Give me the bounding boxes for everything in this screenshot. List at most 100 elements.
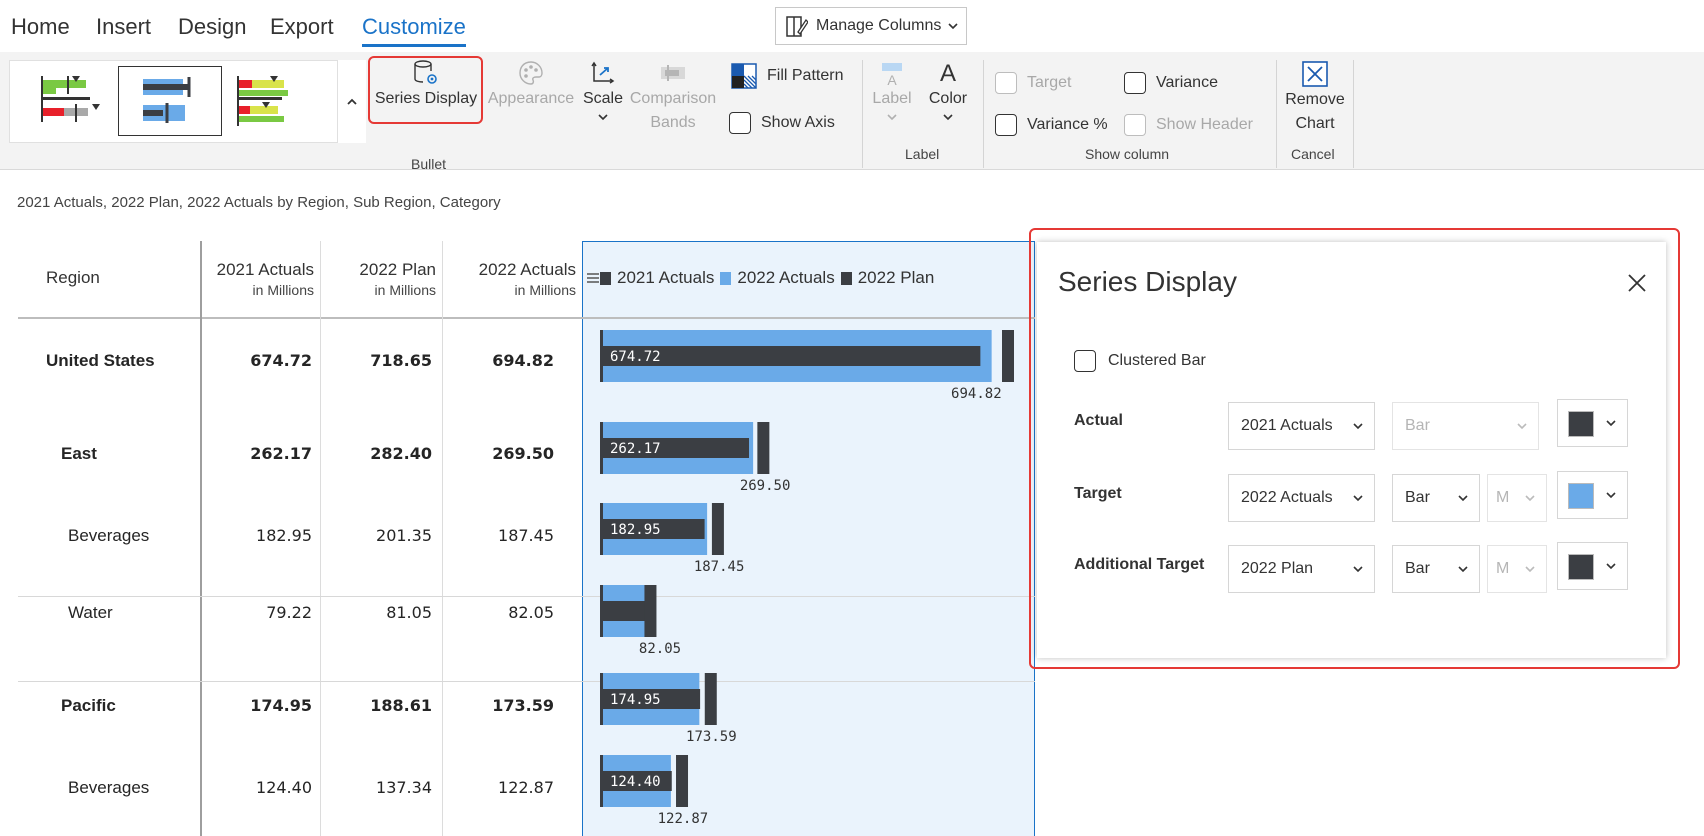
actual-type-dropdown[interactable]: Bar xyxy=(1392,402,1539,450)
variance-checkbox[interactable]: Variance xyxy=(1124,72,1218,94)
tab-design[interactable]: Design xyxy=(178,14,246,40)
ribbon-separator xyxy=(983,60,984,168)
cell-2022-plan: 188.61 xyxy=(370,696,432,715)
chevron-down-icon xyxy=(598,114,608,121)
variance-pct-label: Variance % xyxy=(1027,116,1108,133)
scale-button[interactable]: Scale xyxy=(580,59,626,123)
chart-style-thumb-1[interactable] xyxy=(18,66,122,136)
tab-export[interactable]: Export xyxy=(270,14,334,40)
row-label: Pacific xyxy=(61,696,116,715)
clustered-bar-box[interactable] xyxy=(1074,350,1096,372)
target-box[interactable] xyxy=(995,72,1017,94)
marker-2022-plan xyxy=(676,755,689,807)
chevron-down-icon xyxy=(887,114,897,121)
cell-2022-plan: 81.05 xyxy=(386,603,432,622)
header-region[interactable]: Region xyxy=(46,268,100,288)
scale-label: Scale xyxy=(582,90,624,107)
label-icon: A xyxy=(882,63,902,87)
cell-2021-actuals: 124.40 xyxy=(256,778,312,797)
bar-actual-label: 124.40 xyxy=(610,774,661,790)
marker-2022-plan xyxy=(1002,330,1014,382)
additional-series-dropdown[interactable]: 2022 Plan xyxy=(1228,545,1375,593)
show-axis-checkbox[interactable]: Show Axis xyxy=(729,112,835,134)
target-checkbox[interactable]: Target xyxy=(995,72,1071,94)
target-series-dropdown[interactable]: 2022 Actuals xyxy=(1228,474,1375,522)
label-label: Label xyxy=(872,90,912,107)
header-2021-actuals[interactable]: 2021 Actuals in Millions xyxy=(208,259,314,299)
row-label: East xyxy=(61,444,97,463)
actual-color-swatch xyxy=(1568,411,1594,437)
show-header-box[interactable] xyxy=(1124,114,1146,136)
header-unit: in Millions xyxy=(374,282,436,298)
series-display-label: Series Display xyxy=(374,90,478,107)
show-axis-box[interactable] xyxy=(729,112,751,134)
clustered-bar-checkbox[interactable]: Clustered Bar xyxy=(1074,350,1206,372)
chevron-down-icon xyxy=(1458,566,1468,573)
additional-marker-dropdown[interactable]: M xyxy=(1487,545,1547,593)
cell-2022-plan: 718.65 xyxy=(370,351,432,370)
show-header-checkbox[interactable]: Show Header xyxy=(1124,114,1253,136)
variance-pct-box[interactable] xyxy=(995,114,1017,136)
fill-pattern-icon xyxy=(731,63,757,89)
target-type-dropdown[interactable]: Bar xyxy=(1392,474,1480,522)
manage-columns-button[interactable]: Manage Columns xyxy=(775,7,967,45)
label-button[interactable]: A Label xyxy=(868,59,916,123)
target-type-value: Bar xyxy=(1405,489,1430,506)
tab-home[interactable]: Home xyxy=(11,14,70,40)
close-icon[interactable] xyxy=(1626,272,1648,294)
header-2022-plan[interactable]: 2022 Plan in Millions xyxy=(328,259,436,299)
remove-chart-button[interactable]: Remove Chart xyxy=(1280,60,1350,136)
header-unit: in Millions xyxy=(514,282,576,298)
font-color-icon: A xyxy=(940,60,956,87)
variance-box[interactable] xyxy=(1124,72,1146,94)
svg-text:A: A xyxy=(940,60,956,87)
tab-insert[interactable]: Insert xyxy=(96,14,151,40)
header-2022-actuals-title: 2022 Actuals xyxy=(478,260,576,279)
header-2022-actuals[interactable]: 2022 Actuals in Millions xyxy=(448,259,576,299)
label-group-label: Label xyxy=(905,146,940,162)
chart-style-thumb-3[interactable] xyxy=(222,66,326,136)
appearance-button[interactable]: Appearance xyxy=(486,59,576,111)
actual-series-value: 2021 Actuals xyxy=(1241,417,1333,434)
comparison-bands-button[interactable]: Comparison Bands xyxy=(626,59,720,135)
palette-icon xyxy=(519,61,543,85)
bar-2021-actuals xyxy=(602,601,647,621)
bar-baseline xyxy=(600,755,603,807)
target-marker-value: M xyxy=(1496,489,1510,506)
series-display-button[interactable]: Series Display xyxy=(374,59,478,111)
column-separator xyxy=(200,241,202,836)
additional-type-dropdown[interactable]: Bar xyxy=(1392,545,1480,593)
scale-icon xyxy=(591,61,615,84)
bar-target-label: 82.05 xyxy=(639,641,681,657)
marker-2022-plan xyxy=(704,673,717,725)
bar-target-label: 173.59 xyxy=(686,729,737,745)
marker-2022-plan xyxy=(711,503,724,555)
remove-chart-line2: Chart xyxy=(1295,115,1335,132)
comparison-label-line1: Comparison xyxy=(629,90,717,107)
variance-checkbox-label: Variance xyxy=(1156,74,1218,91)
tab-customize[interactable]: Customize xyxy=(362,14,466,47)
header-2021-actuals-title: 2021 Actuals xyxy=(216,260,314,279)
actual-color-picker[interactable] xyxy=(1557,399,1628,447)
target-label: Target xyxy=(1074,485,1122,502)
chevron-down-icon xyxy=(1353,423,1363,430)
bar-actual-label: 262.17 xyxy=(610,441,661,457)
gallery-collapse-button[interactable] xyxy=(337,60,366,143)
chart-style-gallery xyxy=(9,60,366,143)
variance-pct-checkbox[interactable]: Variance % xyxy=(995,114,1108,136)
fill-pattern-button[interactable]: Fill Pattern xyxy=(731,63,843,89)
bar-actual-label: 174.95 xyxy=(610,692,661,708)
bar-baseline xyxy=(600,422,603,474)
bar-target-label: 187.45 xyxy=(694,559,745,575)
header-unit: in Millions xyxy=(252,282,314,298)
color-button[interactable]: A Color xyxy=(922,59,974,123)
actual-series-dropdown[interactable]: 2021 Actuals xyxy=(1228,402,1375,450)
additional-color-picker[interactable] xyxy=(1557,542,1628,590)
show-axis-label: Show Axis xyxy=(761,114,835,131)
target-color-picker[interactable] xyxy=(1557,471,1628,519)
chart-style-thumb-2[interactable] xyxy=(118,66,222,136)
chart-subtitle: 2021 Actuals, 2022 Plan, 2022 Actuals by… xyxy=(17,194,501,211)
target-marker-dropdown[interactable]: M xyxy=(1487,474,1547,522)
chevron-down-icon xyxy=(1606,420,1616,427)
cell-2021-actuals: 182.95 xyxy=(256,526,312,545)
